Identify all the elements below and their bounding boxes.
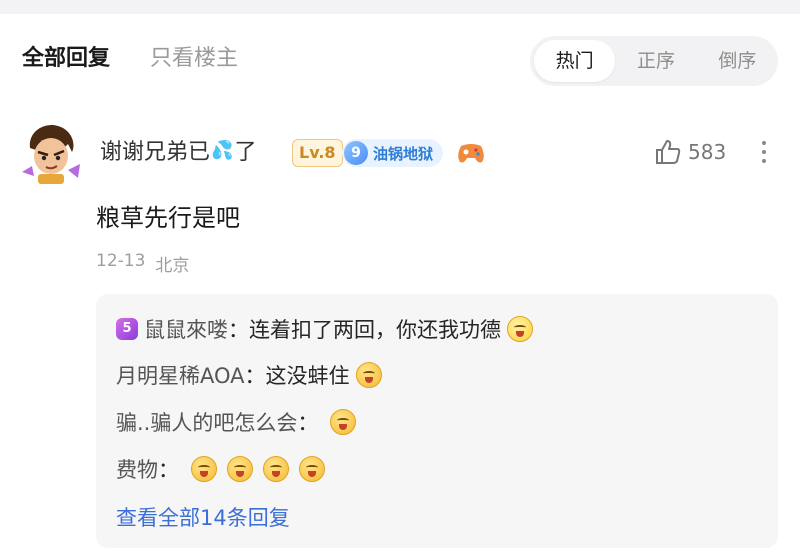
comment-location: 北京 bbox=[155, 256, 190, 276]
reply-text: 这没蚌住 bbox=[265, 364, 350, 388]
sort-desc-button[interactable]: 倒序 bbox=[697, 40, 778, 82]
reply-author[interactable]: 月明星稀AOA bbox=[116, 360, 245, 390]
reply-separator: ： bbox=[158, 458, 179, 482]
more-vertical-icon[interactable] bbox=[756, 136, 772, 170]
like-button[interactable]: 583 bbox=[654, 138, 726, 166]
sub-replies-panel: 5 鼠鼠來喽 ： 连着扣了两回，你还我功德 月明星稀AOA ： 这没蚌住 骗..… bbox=[96, 294, 778, 548]
thumbs-up-icon bbox=[656, 140, 681, 164]
avatar[interactable] bbox=[18, 120, 84, 186]
sub-reply-4[interactable]: 费物 ： bbox=[116, 454, 325, 484]
reply-separator: ： bbox=[228, 318, 249, 342]
fan-level-icon: 9 bbox=[344, 141, 368, 165]
comment-meta: 12-13 北京 bbox=[96, 251, 189, 276]
comment-username[interactable]: 谢谢兄弟已 💦 了 bbox=[100, 134, 256, 166]
sort-toggle: 热门 正序 倒序 bbox=[530, 36, 778, 86]
sweat-drops-icon: 💦 bbox=[211, 139, 234, 161]
tab-all-replies[interactable]: 全部回复 bbox=[22, 40, 110, 72]
laughing-face-emoji bbox=[330, 409, 357, 435]
sub-reply-1[interactable]: 5 鼠鼠來喽 ： 连着扣了两回，你还我功德 bbox=[116, 314, 533, 344]
comment-date: 12-13 bbox=[96, 251, 146, 271]
reply-separator: ： bbox=[297, 411, 319, 435]
reply-author[interactable]: 骗..骗人的吧怎么会 bbox=[116, 407, 297, 437]
laughing-face-emoji bbox=[299, 456, 325, 482]
laughing-face-emoji bbox=[191, 456, 217, 482]
laughing-face-emoji bbox=[507, 316, 533, 342]
like-count: 583 bbox=[688, 140, 727, 164]
comment-text: 粮草先行是吧 bbox=[96, 204, 240, 232]
username-prefix: 谢谢兄弟已 bbox=[100, 140, 211, 165]
vip-badge-icon: 5 bbox=[116, 318, 138, 340]
reply-filter-tabs: 全部回复 只看楼主 bbox=[22, 38, 238, 74]
username-suffix: 了 bbox=[234, 140, 257, 165]
gamepad-icon bbox=[458, 144, 484, 163]
top-divider-band bbox=[0, 0, 800, 14]
sub-reply-2[interactable]: 月明星稀AOA ： 这没蚌住 bbox=[116, 360, 382, 390]
tab-op-only[interactable]: 只看楼主 bbox=[150, 40, 238, 72]
sub-reply-3[interactable]: 骗..骗人的吧怎么会 ： bbox=[116, 407, 357, 437]
level-badge: Lv.8 bbox=[292, 139, 343, 167]
laughing-face-emoji bbox=[227, 456, 253, 482]
laughing-face-emoji bbox=[263, 456, 289, 482]
sort-asc-button[interactable]: 正序 bbox=[615, 40, 696, 82]
laughing-face-emoji bbox=[355, 362, 382, 388]
fan-group-badge[interactable]: 9 油锅地狱 bbox=[342, 139, 444, 167]
reply-separator: ： bbox=[244, 364, 266, 388]
reply-text: 连着扣了两回，你还我功德 bbox=[249, 318, 501, 342]
view-all-replies-link[interactable]: 查看全部14条回复 bbox=[116, 502, 290, 532]
fan-group-name: 油锅地狱 bbox=[373, 144, 434, 163]
reply-author[interactable]: 鼠鼠來喽 bbox=[144, 314, 228, 344]
sort-hot-button[interactable]: 热门 bbox=[534, 40, 616, 82]
reply-author[interactable]: 费物 bbox=[116, 454, 158, 484]
